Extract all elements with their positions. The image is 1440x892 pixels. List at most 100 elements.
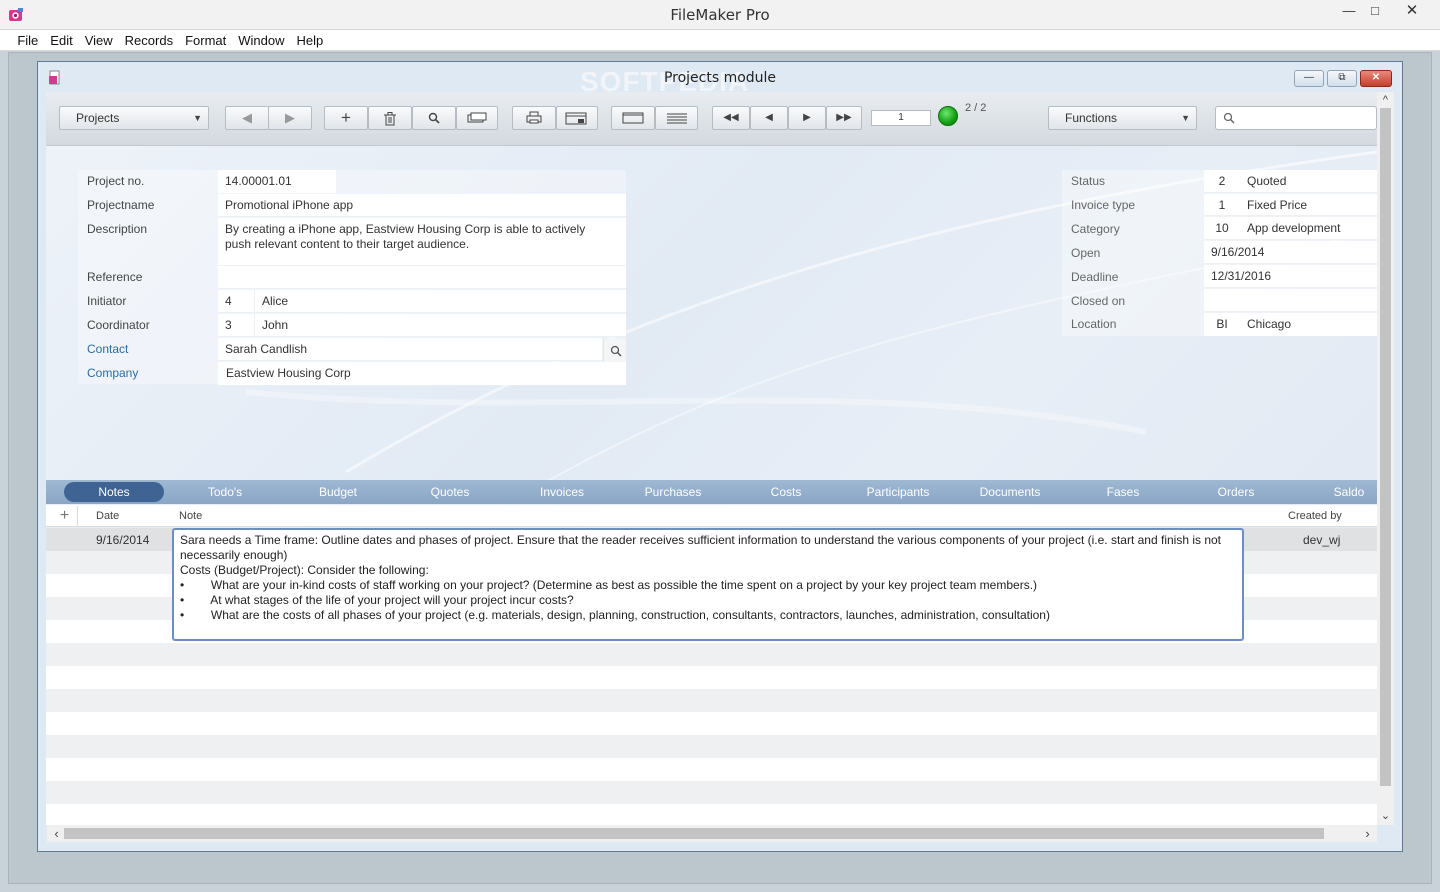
functions-select[interactable]: Functions ▼ bbox=[1048, 106, 1197, 130]
tab-budget[interactable]: Budget bbox=[288, 480, 388, 504]
field-closed-on[interactable] bbox=[1204, 289, 1377, 312]
note-text-editor[interactable]: Sara needs a Time frame: Outline dates a… bbox=[172, 528, 1244, 641]
menu-help[interactable]: Help bbox=[291, 30, 330, 51]
field-category[interactable]: App development bbox=[1240, 217, 1377, 240]
maximize-button[interactable]: □ bbox=[1360, 0, 1390, 24]
contact-lookup-button[interactable] bbox=[603, 339, 626, 362]
previous-record-button[interactable]: ◀ bbox=[750, 106, 788, 130]
app-title: FileMaker Pro bbox=[670, 6, 770, 24]
menu-edit[interactable]: Edit bbox=[44, 30, 78, 51]
col-date: Date bbox=[96, 510, 120, 522]
doc-close-button[interactable]: ✕ bbox=[1360, 70, 1392, 87]
list-view-icon bbox=[666, 113, 687, 124]
record-count: 2 / 2 bbox=[965, 102, 987, 114]
field-company[interactable]: Eastview Housing Corp bbox=[218, 362, 626, 385]
field-invoice-type-id[interactable]: 1 bbox=[1204, 194, 1240, 216]
field-invoice-type[interactable]: Fixed Price bbox=[1240, 194, 1377, 216]
field-deadline[interactable]: 12/31/2016 bbox=[1204, 265, 1377, 288]
field-coordinator-id[interactable]: 3 bbox=[218, 314, 254, 337]
tab-costs[interactable]: Costs bbox=[736, 480, 836, 504]
next-record-button[interactable]: ▶ bbox=[788, 106, 826, 130]
form-view-button[interactable] bbox=[611, 106, 655, 130]
scroll-right-arrow-icon[interactable]: › bbox=[1359, 826, 1376, 841]
chevron-down-icon: ▼ bbox=[1181, 113, 1190, 123]
table-row bbox=[46, 689, 1377, 712]
menu-bar: File Edit View Records Format Window Help bbox=[0, 30, 1440, 51]
table-row bbox=[46, 758, 1377, 781]
scroll-left-arrow-icon[interactable]: ‹ bbox=[48, 826, 65, 841]
field-open[interactable]: 9/16/2014 bbox=[1204, 241, 1377, 264]
field-contact[interactable]: Sarah Candlish bbox=[218, 338, 602, 361]
last-record-button[interactable]: ▶▶ bbox=[826, 106, 862, 130]
field-reference[interactable] bbox=[218, 266, 626, 289]
menu-view[interactable]: View bbox=[79, 30, 119, 51]
add-note-button[interactable]: + bbox=[52, 506, 78, 526]
tab-saldo[interactable]: Saldo bbox=[1312, 480, 1386, 504]
table-row bbox=[46, 735, 1377, 758]
field-initiator-id[interactable]: 4 bbox=[218, 290, 254, 313]
field-coordinator-name[interactable]: John bbox=[254, 314, 626, 337]
scroll-down-arrow-icon[interactable]: ⌄ bbox=[1377, 809, 1394, 822]
field-location[interactable]: Chicago bbox=[1240, 313, 1377, 336]
layout-select-label: Projects bbox=[76, 111, 120, 125]
label-invoice-type: Invoice type bbox=[1071, 198, 1136, 212]
delete-record-button[interactable] bbox=[368, 106, 412, 130]
form-view-icon bbox=[622, 112, 644, 124]
label-closed-on: Closed on bbox=[1071, 294, 1126, 308]
table-row bbox=[46, 666, 1377, 689]
close-button[interactable]: ✕ bbox=[1397, 0, 1427, 24]
tab-invoices[interactable]: Invoices bbox=[512, 480, 612, 504]
table-row bbox=[46, 712, 1377, 735]
menu-file[interactable]: File bbox=[11, 30, 44, 51]
field-status[interactable]: Quoted bbox=[1240, 170, 1377, 193]
field-projectname[interactable]: Promotional iPhone app bbox=[218, 194, 626, 217]
field-category-id[interactable]: 10 bbox=[1204, 217, 1240, 240]
contact-link[interactable]: Contact bbox=[87, 338, 128, 361]
field-project-no[interactable]: 14.00001.01 bbox=[218, 170, 336, 193]
printer-icon bbox=[526, 111, 542, 124]
new-record-button[interactable]: + bbox=[324, 106, 368, 130]
menu-records[interactable]: Records bbox=[119, 30, 179, 51]
quick-search-input[interactable] bbox=[1215, 106, 1377, 130]
menu-format[interactable]: Format bbox=[179, 30, 232, 51]
layout-select[interactable]: Projects ▼ bbox=[59, 106, 209, 130]
previous-layout-button[interactable]: ◀ bbox=[225, 106, 269, 130]
tab-quotes[interactable]: Quotes bbox=[400, 480, 500, 504]
next-layout-button[interactable]: ▶ bbox=[268, 106, 312, 130]
print-button[interactable] bbox=[512, 106, 556, 130]
label-coordinator: Coordinator bbox=[87, 318, 150, 332]
doc-minimize-button[interactable]: — bbox=[1294, 70, 1324, 87]
list-view-button[interactable] bbox=[655, 106, 698, 130]
label-projectname: Projectname bbox=[87, 198, 155, 212]
horizontal-scroll-thumb[interactable] bbox=[64, 828, 1324, 839]
scroll-up-arrow-icon[interactable]: ^ bbox=[1377, 94, 1394, 106]
label-initiator: Initiator bbox=[87, 294, 127, 308]
export-button[interactable] bbox=[556, 106, 598, 130]
find-button[interactable] bbox=[412, 106, 456, 130]
search-icon bbox=[1223, 112, 1235, 124]
sort-button[interactable] bbox=[456, 106, 498, 130]
field-location-id[interactable]: BI bbox=[1204, 313, 1240, 336]
tab-notes[interactable]: Notes bbox=[64, 480, 164, 504]
tab-orders[interactable]: Orders bbox=[1186, 480, 1286, 504]
vertical-scroll-thumb[interactable] bbox=[1380, 108, 1391, 786]
chevron-down-icon: ▼ bbox=[193, 113, 202, 123]
field-status-id[interactable]: 2 bbox=[1204, 170, 1240, 193]
field-description[interactable]: By creating a iPhone app, Eastview Housi… bbox=[218, 218, 626, 266]
label-description: Description bbox=[87, 222, 148, 236]
doc-restore-button[interactable]: ⧉ bbox=[1327, 70, 1357, 87]
label-location: Location bbox=[1071, 317, 1117, 331]
col-note: Note bbox=[179, 510, 203, 522]
tab-purchases[interactable]: Purchases bbox=[623, 480, 723, 504]
menu-window[interactable]: Window bbox=[232, 30, 290, 51]
first-record-button[interactable]: ◀◀ bbox=[712, 106, 750, 130]
tab-documents[interactable]: Documents bbox=[960, 480, 1060, 504]
search-icon bbox=[428, 112, 440, 124]
record-number-input[interactable]: 1 bbox=[871, 110, 931, 126]
tab-participants[interactable]: Participants bbox=[848, 480, 948, 504]
label-reference: Reference bbox=[87, 270, 143, 284]
tab-fases[interactable]: Fases bbox=[1073, 480, 1173, 504]
company-link[interactable]: Company bbox=[87, 362, 138, 385]
field-initiator-name[interactable]: Alice bbox=[254, 290, 626, 313]
tab-todos[interactable]: Todo's bbox=[175, 480, 275, 504]
